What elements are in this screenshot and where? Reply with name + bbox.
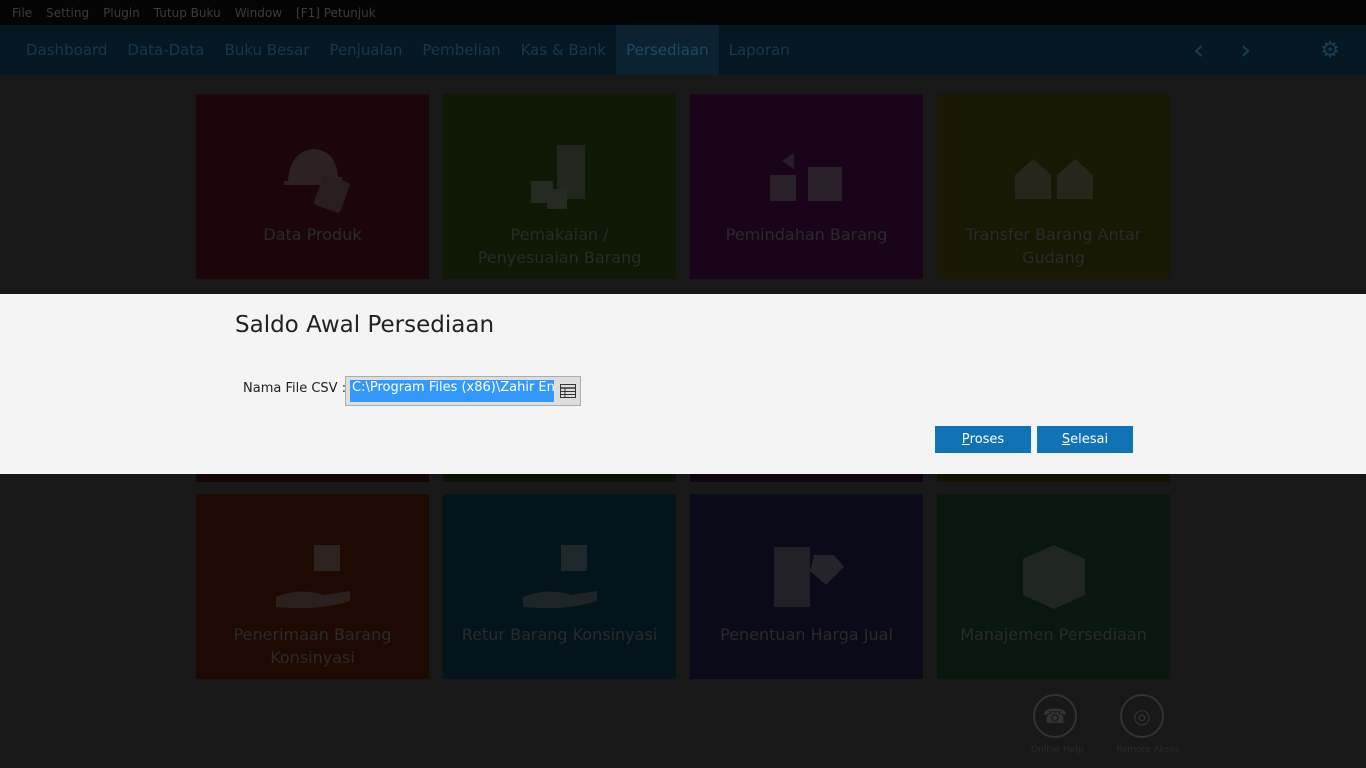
helmet-clipboard-icon xyxy=(283,149,350,213)
menu-bar: File Setting Plugin Tutup Buku Window [F… xyxy=(0,0,1366,25)
spreadsheet-browse-icon[interactable] xyxy=(558,381,578,401)
selesai-mnemonic: S xyxy=(1061,432,1071,447)
menu-file[interactable]: File xyxy=(12,6,32,20)
tile-label: Pemindahan Barang xyxy=(725,225,888,244)
tab-persediaan[interactable]: Persediaan xyxy=(616,25,719,75)
main-nav: Dashboard Data-Data Buku Besar Penjualan… xyxy=(0,25,1366,75)
menu-window[interactable]: Window xyxy=(235,6,282,20)
tile-pemakaian-penyesuaian[interactable]: Pemakaian / Penyesuaian Barang xyxy=(443,94,676,279)
tile-label: Penentuan Harga Jual xyxy=(720,625,893,644)
tile-label: Penerimaan Barang Konsinyasi xyxy=(233,625,392,667)
hand-receive-box-icon xyxy=(275,545,350,609)
proses-mnemonic: P xyxy=(961,432,970,447)
tile-manajemen-persediaan[interactable]: Manajemen Persediaan xyxy=(937,494,1170,679)
csv-file-input[interactable]: C:\Program Files (x86)\Zahir Ente xyxy=(350,380,554,402)
phone-icon[interactable]: ☎ xyxy=(1033,694,1077,738)
warehouse-transfer-icon xyxy=(1014,159,1093,199)
csv-file-field: C:\Program Files (x86)\Zahir Ente xyxy=(345,376,581,406)
tile-transfer-gudang[interactable]: Transfer Barang Antar Gudang xyxy=(937,94,1170,279)
menu-petunjuk[interactable]: [F1] Petunjuk xyxy=(296,6,376,20)
dialog-title: Saldo Awal Persediaan xyxy=(235,312,495,338)
globe-icon[interactable]: ◎ xyxy=(1120,694,1164,738)
gear-icon[interactable]: ⚙ xyxy=(1320,38,1340,63)
remote-access-label: Remote Akses xyxy=(1116,745,1180,755)
menu-tutup-buku[interactable]: Tutup Buku xyxy=(154,6,221,20)
tile-strip xyxy=(443,474,676,482)
selesai-button[interactable]: Selesai xyxy=(1037,426,1133,453)
saldo-awal-dialog: Saldo Awal Persediaan Nama File CSV : C:… xyxy=(0,294,1366,474)
tile-label: Retur Barang Konsinyasi xyxy=(461,625,658,644)
menu-setting[interactable]: Setting xyxy=(46,6,89,20)
tab-kas-bank[interactable]: Kas & Bank xyxy=(511,25,617,75)
tab-laporan[interactable]: Laporan xyxy=(719,25,800,75)
tab-pembelian[interactable]: Pembelian xyxy=(412,25,510,75)
tab-buku-besar[interactable]: Buku Besar xyxy=(214,25,319,75)
proses-label: roses xyxy=(969,432,1005,447)
tab-dashboard[interactable]: Dashboard xyxy=(16,25,117,75)
tile-penerimaan-konsinyasi[interactable]: Penerimaan Barang Konsinyasi xyxy=(196,494,429,679)
tile-strip xyxy=(937,474,1170,482)
tab-data-data[interactable]: Data-Data xyxy=(117,25,214,75)
tile-strip xyxy=(196,474,429,482)
price-tag-icon xyxy=(773,547,844,607)
chevron-left-icon[interactable]: ‹ xyxy=(1193,25,1204,75)
tile-retur-konsinyasi[interactable]: Retur Barang Konsinyasi xyxy=(443,494,676,679)
box-arrow-icon xyxy=(1022,545,1085,609)
tile-strip xyxy=(690,474,923,482)
tile-label: Transfer Barang Antar Gudang xyxy=(965,225,1142,267)
tile-data-produk[interactable]: Data Produk xyxy=(196,94,429,279)
tile-penentuan-harga[interactable]: Penentuan Harga Jual xyxy=(690,494,923,679)
boxes-transfer-icon xyxy=(769,153,842,201)
tile-label: Manajemen Persediaan xyxy=(960,625,1147,644)
tile-pemindahan-barang[interactable]: Pemindahan Barang xyxy=(690,94,923,279)
boxes-document-icon xyxy=(530,145,585,209)
chevron-right-icon[interactable]: › xyxy=(1240,25,1251,75)
proses-button[interactable]: Proses xyxy=(935,426,1031,453)
menu-plugin[interactable]: Plugin xyxy=(103,6,140,20)
selesai-label: elesai xyxy=(1070,432,1109,447)
hand-return-box-icon xyxy=(522,545,597,609)
csv-file-label: Nama File CSV : xyxy=(243,381,347,396)
online-help-label: Online Help xyxy=(1031,745,1084,755)
tab-penjualan[interactable]: Penjualan xyxy=(319,25,412,75)
tile-label: Pemakaian / Penyesuaian Barang xyxy=(477,225,642,267)
tile-label: Data Produk xyxy=(263,225,362,244)
